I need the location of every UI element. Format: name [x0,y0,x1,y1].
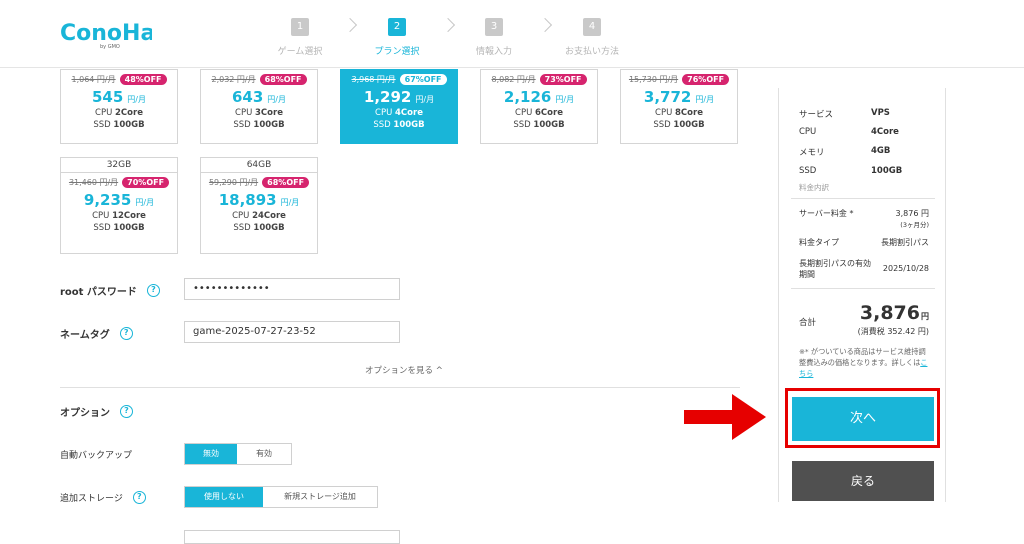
original-price: 3,968 円/月 [351,74,396,84]
discount-badge: 76%OFF [682,73,730,85]
total-value: 3,876円 [859,302,929,324]
back-button[interactable]: 戻る [792,461,934,501]
plan-card-32gb[interactable]: 32GB 31,460 円/月 70%OFF 9,235 円/月 CPU 12Cor… [60,157,178,254]
step-number: 1 [291,18,309,36]
plan-cpu: CPU 2Core [95,108,143,118]
server-fee-row: サーバー料金 * 3,876 円 (3ヶ月分) [799,209,929,229]
plan-price: 3,772 円/月 [643,88,715,106]
plan-cpu: CPU 12Core [92,211,146,221]
plan-ssd: SSD 100GB [93,223,145,233]
fee-type-row: 料金タイプ 長期割引パス [799,238,929,247]
summary-memory: メモリ 4GB [799,146,891,158]
original-price: 15,730 円/月 [628,74,679,84]
logo-text: ConoHa [60,21,152,46]
original-price: 1,064 円/月 [71,74,116,84]
plan-memory: 64GB [201,158,317,173]
plan-card-8core[interactable]: 15,730 円/月 76%OFF 3,772 円/月 CPU 8Core SSD … [620,69,738,144]
plan-card-3core[interactable]: 2,032 円/月 68%OFF 643 円/月 CPU 3Core SSD 100… [200,69,318,144]
expiry-row: 長期割引パスの有効期間 2025/10/28 [799,259,929,279]
plan-memory: 32GB [61,158,177,173]
storage-add-option[interactable]: 新規ストレージ追加 [263,487,377,507]
step-number: 4 [583,18,601,36]
help-icon[interactable]: ? [119,327,133,340]
step-label: お支払い方法 [564,47,619,57]
summary-service: サービス VPS [799,108,890,120]
step-label: 情報入力 [475,47,512,57]
header: ConoHa by GMO 1 ゲーム選択 2 プラン選択 3 情報入力 4 お… [0,0,1024,68]
plan-cpu: CPU 4Core [375,108,423,118]
original-price: 31,460 円/月 [68,177,119,187]
divider [791,198,935,199]
divider [791,288,935,289]
discount-badge: 48%OFF [119,73,167,85]
plan-card-64gb[interactable]: 64GB 59,290 円/月 68%OFF 18,893 円/月 CPU 24Co… [200,157,318,254]
step-label: ゲーム選択 [277,47,323,57]
root-password-input[interactable]: ••••••••••••• [184,278,400,300]
step-number: 3 [485,18,503,36]
root-password-label: root パスワード? [60,283,160,298]
plan-ssd: SSD 100GB [233,120,285,130]
breakdown-label: 料金内訳 [799,183,829,192]
plan-cpu: CPU 8Core [655,108,703,118]
plan-card-6core[interactable]: 8,082 円/月 73%OFF 2,126 円/月 CPU 6Core SSD 1… [480,69,598,144]
highlight-frame [785,388,940,448]
summary-cpu: CPU 4Core [799,127,899,137]
extra-storage-label: 追加ストレージ? [60,491,146,504]
plan-card-4core-selected[interactable]: 3,968 円/月 67%OFF 1,292 円/月 CPU 4Core SSD 1… [340,69,458,144]
discount-badge: 68%OFF [262,176,310,188]
divider [60,387,740,388]
plan-price: 9,235 円/月 [83,191,155,209]
help-icon[interactable]: ? [120,405,133,418]
discount-badge: 73%OFF [539,73,587,85]
nametag-label: ネームタグ? [60,326,133,341]
plan-ssd: SSD 100GB [93,120,145,130]
plan-ssd: SSD 100GB [233,223,285,233]
chevron-up-icon: ^ [435,366,443,376]
storage-none-option[interactable]: 使用しない [185,487,263,507]
original-price: 2,032 円/月 [211,74,256,84]
red-arrow-icon [684,394,766,440]
extra-storage-toggle[interactable]: 使用しない 新規ストレージ追加 [184,486,378,508]
plan-price: 545 円/月 [91,88,146,106]
plan-cpu: CPU 24Core [232,211,286,221]
auto-backup-toggle[interactable]: 無効 有効 [184,443,292,465]
plan-price: 2,126 円/月 [503,88,575,106]
original-price: 8,082 円/月 [491,74,536,84]
help-icon[interactable]: ? [146,284,160,297]
tax-text: (消費税 352.42 円) [857,327,929,336]
logo-sub: by GMO [100,44,120,50]
original-price: 59,290 円/月 [208,177,259,187]
plan-price: 643 円/月 [231,88,286,106]
step-plan-select: 2 プラン選択 [352,14,442,57]
step-payment: 4 お支払い方法 [547,14,637,57]
plan-ssd: SSD 100GB [373,120,425,130]
plan-price: 1,292 円/月 [363,88,435,106]
options-title: オプション? [60,404,133,419]
step-info-input: 3 情報入力 [449,14,539,57]
conoha-logo[interactable]: ConoHa by GMO [60,16,152,50]
step-number: 2 [388,18,406,36]
discount-badge: 67%OFF [399,73,447,85]
plan-ssd: SSD 100GB [653,120,705,130]
nametag-input[interactable]: game-2025-07-27-23-52 [184,321,400,343]
plan-cpu: CPU 3Core [235,108,283,118]
backup-off-option[interactable]: 無効 [185,444,237,464]
summary-ssd: SSD 100GB [799,166,903,176]
plan-card-2core[interactable]: 1,064 円/月 48%OFF 545 円/月 CPU 2Core SSD 100… [60,69,178,144]
discount-badge: 68%OFF [259,73,307,85]
plan-cpu: CPU 6Core [515,108,563,118]
step-game-select: 1 ゲーム選択 [255,14,345,57]
show-options-toggle[interactable]: オプションを見る ^ [365,364,443,376]
plan-ssd: SSD 100GB [513,120,565,130]
partial-field[interactable] [184,530,400,544]
discount-badge: 70%OFF [122,176,170,188]
help-icon[interactable]: ? [132,491,146,504]
note-text: ※* がついている商品はサービス維持調整費込みの価格となります。詳しくはこちら [799,347,928,378]
step-label: プラン選択 [374,47,420,57]
auto-backup-label: 自動バックアップ [60,451,133,461]
backup-on-option[interactable]: 有効 [237,444,291,464]
plan-price: 18,893 円/月 [218,191,300,209]
